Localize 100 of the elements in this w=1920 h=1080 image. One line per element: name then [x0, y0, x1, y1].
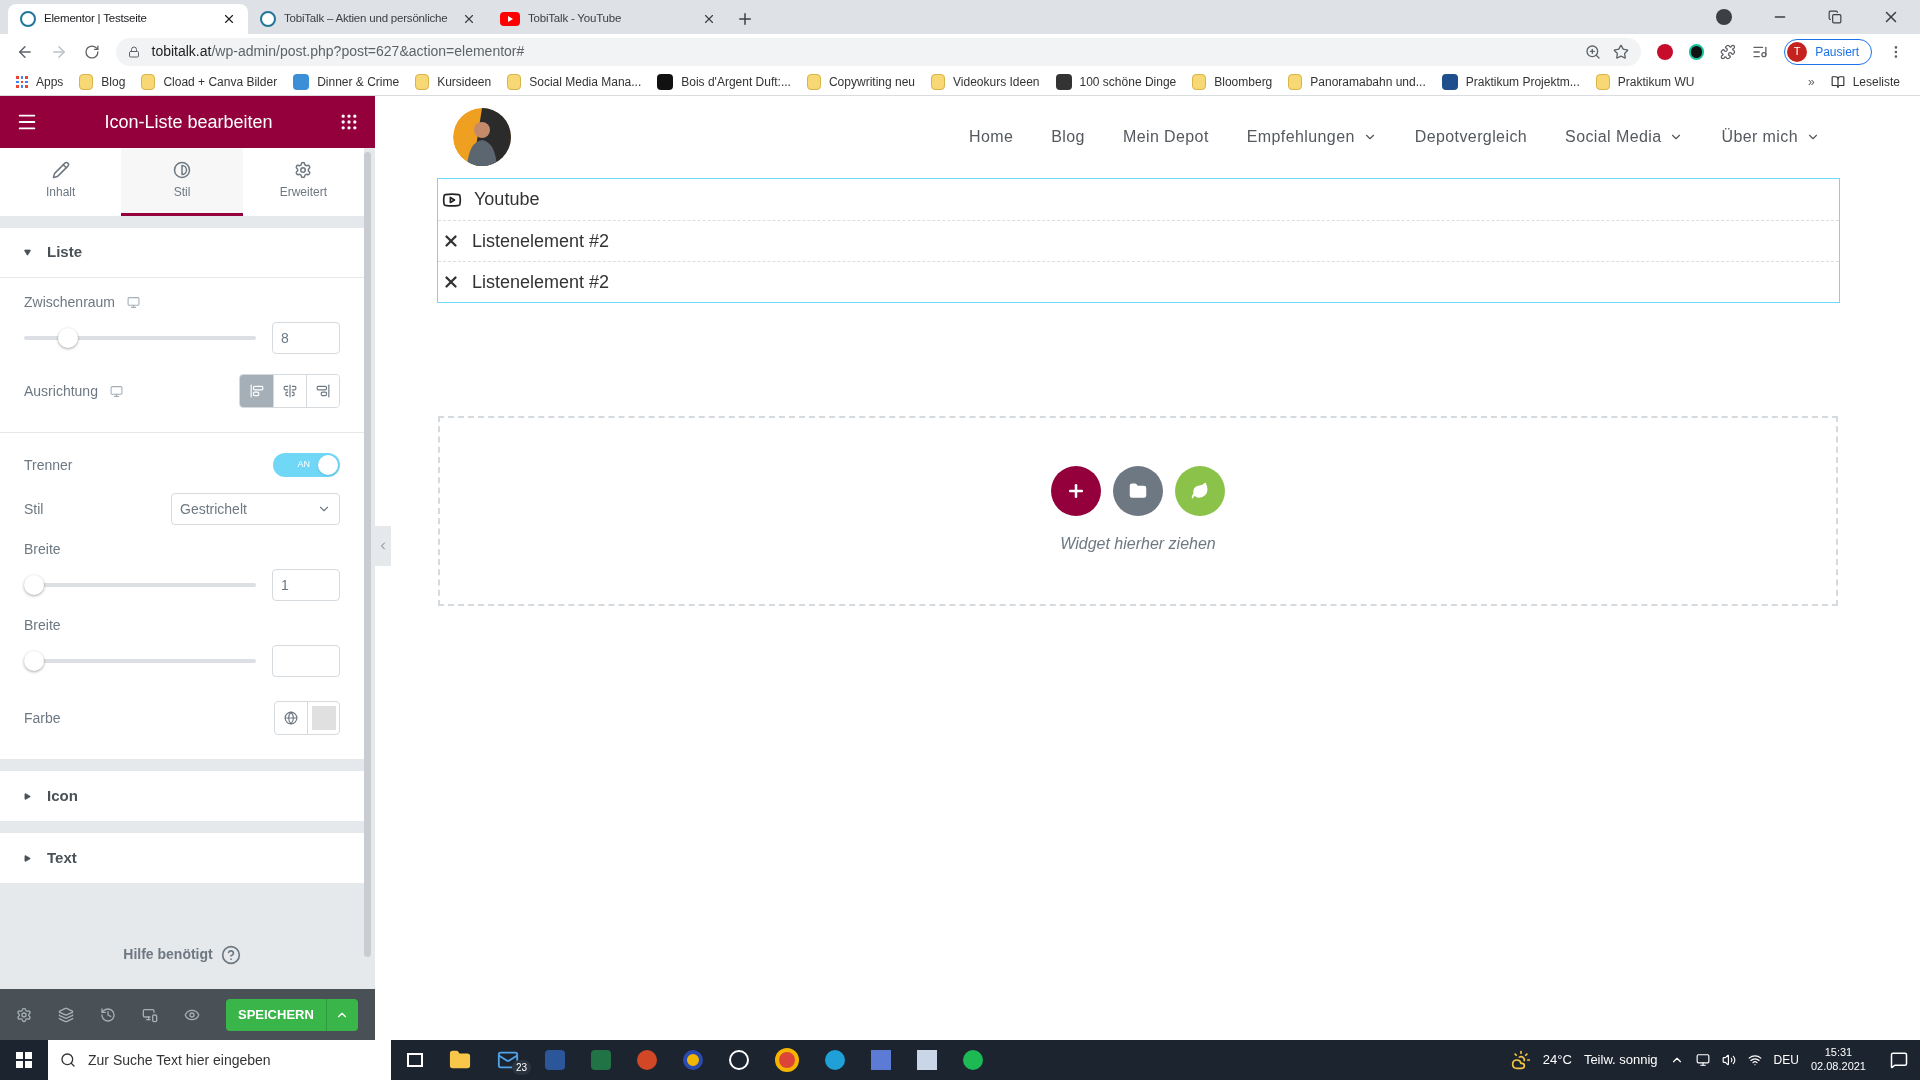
spotify-icon[interactable] — [963, 1050, 983, 1070]
settings-icon — [294, 160, 313, 179]
layers-icon[interactable] — [58, 1006, 74, 1023]
wordpress-icon — [260, 11, 276, 27]
new-tab-icon[interactable] — [736, 10, 754, 28]
settings-icon[interactable] — [16, 1006, 32, 1023]
slider-thumb[interactable] — [24, 651, 44, 671]
bookmark[interactable]: Apps — [8, 70, 72, 94]
nav-link[interactable]: Empfehlungen — [1246, 125, 1377, 149]
wifi-icon[interactable] — [1747, 1053, 1762, 1067]
address-bar[interactable]: tobitalk.at/wp-admin/post.php?post=627&action=elementor# — [115, 37, 1641, 66]
zoom-icon[interactable] — [1584, 43, 1601, 60]
display-icon[interactable] — [1695, 1053, 1710, 1067]
panel-tab[interactable]: Erweitert — [242, 148, 364, 216]
bookmark[interactable]: Cload + Canva Bilder — [133, 70, 286, 94]
bookmark[interactable]: Kursideen — [407, 70, 500, 94]
slider[interactable] — [24, 575, 256, 595]
chrome-icon[interactable] — [775, 1048, 799, 1072]
bookmark[interactable]: Copywriting neu — [798, 70, 923, 94]
browser-tab[interactable]: Elementor | Testseite — [8, 4, 248, 34]
drop-zone-caption: Widget hierher ziehen — [1060, 534, 1216, 554]
collapse-panel-handle[interactable] — [375, 526, 391, 566]
icon-list-widget[interactable]: Youtube Listenelement #2 Listenelement #2 — [437, 178, 1840, 303]
globe-icon — [284, 711, 298, 725]
history-icon[interactable] — [100, 1006, 116, 1023]
bookmark[interactable]: Panoramabahn und... — [1280, 70, 1434, 94]
slider-thumb[interactable] — [57, 328, 78, 348]
help-link[interactable]: Hilfe benötigt — [123, 944, 213, 965]
panel-tab[interactable]: Inhalt — [0, 148, 122, 216]
clock[interactable]: 15:31 02.08.2021 — [1810, 1046, 1866, 1074]
file-explorer-icon[interactable] — [449, 1049, 471, 1071]
bookmark[interactable]: Bois d'Argent Duft:... — [649, 70, 799, 94]
browser-tab[interactable]: TobiTalk – Aktien und persönliche — [248, 4, 488, 34]
windows-start-icon[interactable] — [16, 1052, 32, 1068]
number-field[interactable]: 8 — [272, 322, 340, 354]
caret-icon — [24, 249, 31, 256]
lock-icon — [127, 45, 140, 58]
slider-thumb[interactable] — [24, 575, 44, 595]
drop-zone[interactable]: Widget hierher ziehen — [438, 416, 1838, 606]
align-icon — [283, 384, 297, 398]
browser-tab[interactable]: TobiTalk - YouTube — [488, 4, 728, 34]
scrollbar[interactable] — [364, 152, 371, 957]
star-icon[interactable] — [1612, 43, 1629, 60]
slider[interactable] — [24, 651, 256, 671]
bookmark[interactable]: Bloomberg — [1184, 70, 1281, 94]
responsive-icon[interactable] — [142, 1006, 158, 1023]
task-view-icon[interactable] — [407, 1053, 423, 1067]
nav-link[interactable]: Über mich — [1721, 125, 1820, 149]
bookmark[interactable]: 100 schöne Dinge — [1047, 70, 1185, 94]
close-icon[interactable] — [702, 12, 716, 26]
extensions-icon[interactable] — [1720, 43, 1737, 60]
app-icon[interactable] — [683, 1050, 703, 1070]
edge-icon[interactable] — [825, 1050, 845, 1070]
help-icon[interactable] — [220, 944, 241, 965]
close-icon[interactable] — [462, 12, 476, 26]
panel-tab[interactable]: Stil — [121, 148, 243, 216]
bookmark[interactable]: Dinner & Crime — [285, 70, 408, 94]
nav-link[interactable]: Social Media — [1565, 125, 1684, 149]
reading-list-button[interactable]: Leseliste — [1830, 73, 1900, 91]
more-bookmarks-button[interactable]: » — [1807, 73, 1815, 91]
nav-link[interactable]: Blog — [1051, 125, 1085, 149]
contrast-icon — [173, 160, 191, 179]
control-label: Farbe — [24, 708, 61, 728]
save-options-button[interactable] — [325, 998, 358, 1031]
language-indicator[interactable]: DEU — [1773, 1051, 1799, 1069]
bookmark[interactable]: Praktikum WU — [1587, 70, 1703, 94]
panel-header: Icon-Liste bearbeiten — [0, 96, 375, 148]
volume-icon[interactable] — [1721, 1053, 1736, 1067]
number-field[interactable] — [272, 645, 340, 677]
widgets-grid-icon[interactable] — [339, 112, 359, 132]
nav-link[interactable]: Mein Depot — [1122, 125, 1209, 149]
taskbar-search-field[interactable]: Zur Suche Text hier eingeben — [48, 1040, 391, 1080]
restore-icon[interactable] — [1828, 10, 1842, 24]
control-label: Breite — [24, 539, 61, 559]
folder-icon — [415, 74, 430, 90]
color-picker-button[interactable] — [307, 702, 339, 734]
alignment-button[interactable] — [306, 375, 339, 407]
weather-icon[interactable] — [1510, 1050, 1531, 1070]
close-icon[interactable] — [222, 12, 236, 26]
extension-icon[interactable] — [1688, 43, 1705, 60]
nav-link[interactable]: Home — [969, 125, 1014, 149]
folder-icon — [1129, 482, 1147, 500]
reload-icon[interactable] — [83, 43, 100, 60]
section-header[interactable]: Icon — [0, 771, 364, 821]
powerpoint-icon[interactable] — [637, 1050, 657, 1070]
weather-text: Teilw. sonnig — [1583, 1051, 1658, 1070]
nav-link[interactable]: Depotvergleich — [1414, 125, 1528, 149]
control-label: Stil — [24, 499, 44, 519]
bookmark[interactable]: Social Media Mana... — [499, 70, 650, 94]
notifications-icon[interactable] — [1890, 1051, 1908, 1069]
leaf-icon — [1191, 482, 1209, 500]
slider[interactable] — [24, 328, 256, 348]
number-field[interactable]: 1 — [272, 569, 340, 601]
section-header[interactable]: Text — [0, 833, 364, 883]
bookmark[interactable]: Blog — [71, 70, 134, 94]
bookmark[interactable]: Praktikum Projektm... — [1433, 70, 1588, 94]
bookmark[interactable]: Videokurs Ideen — [923, 70, 1048, 94]
template-button[interactable] — [1113, 466, 1163, 516]
add-section-button[interactable] — [1051, 466, 1101, 516]
style-select[interactable]: Gestrichelt — [171, 493, 340, 525]
